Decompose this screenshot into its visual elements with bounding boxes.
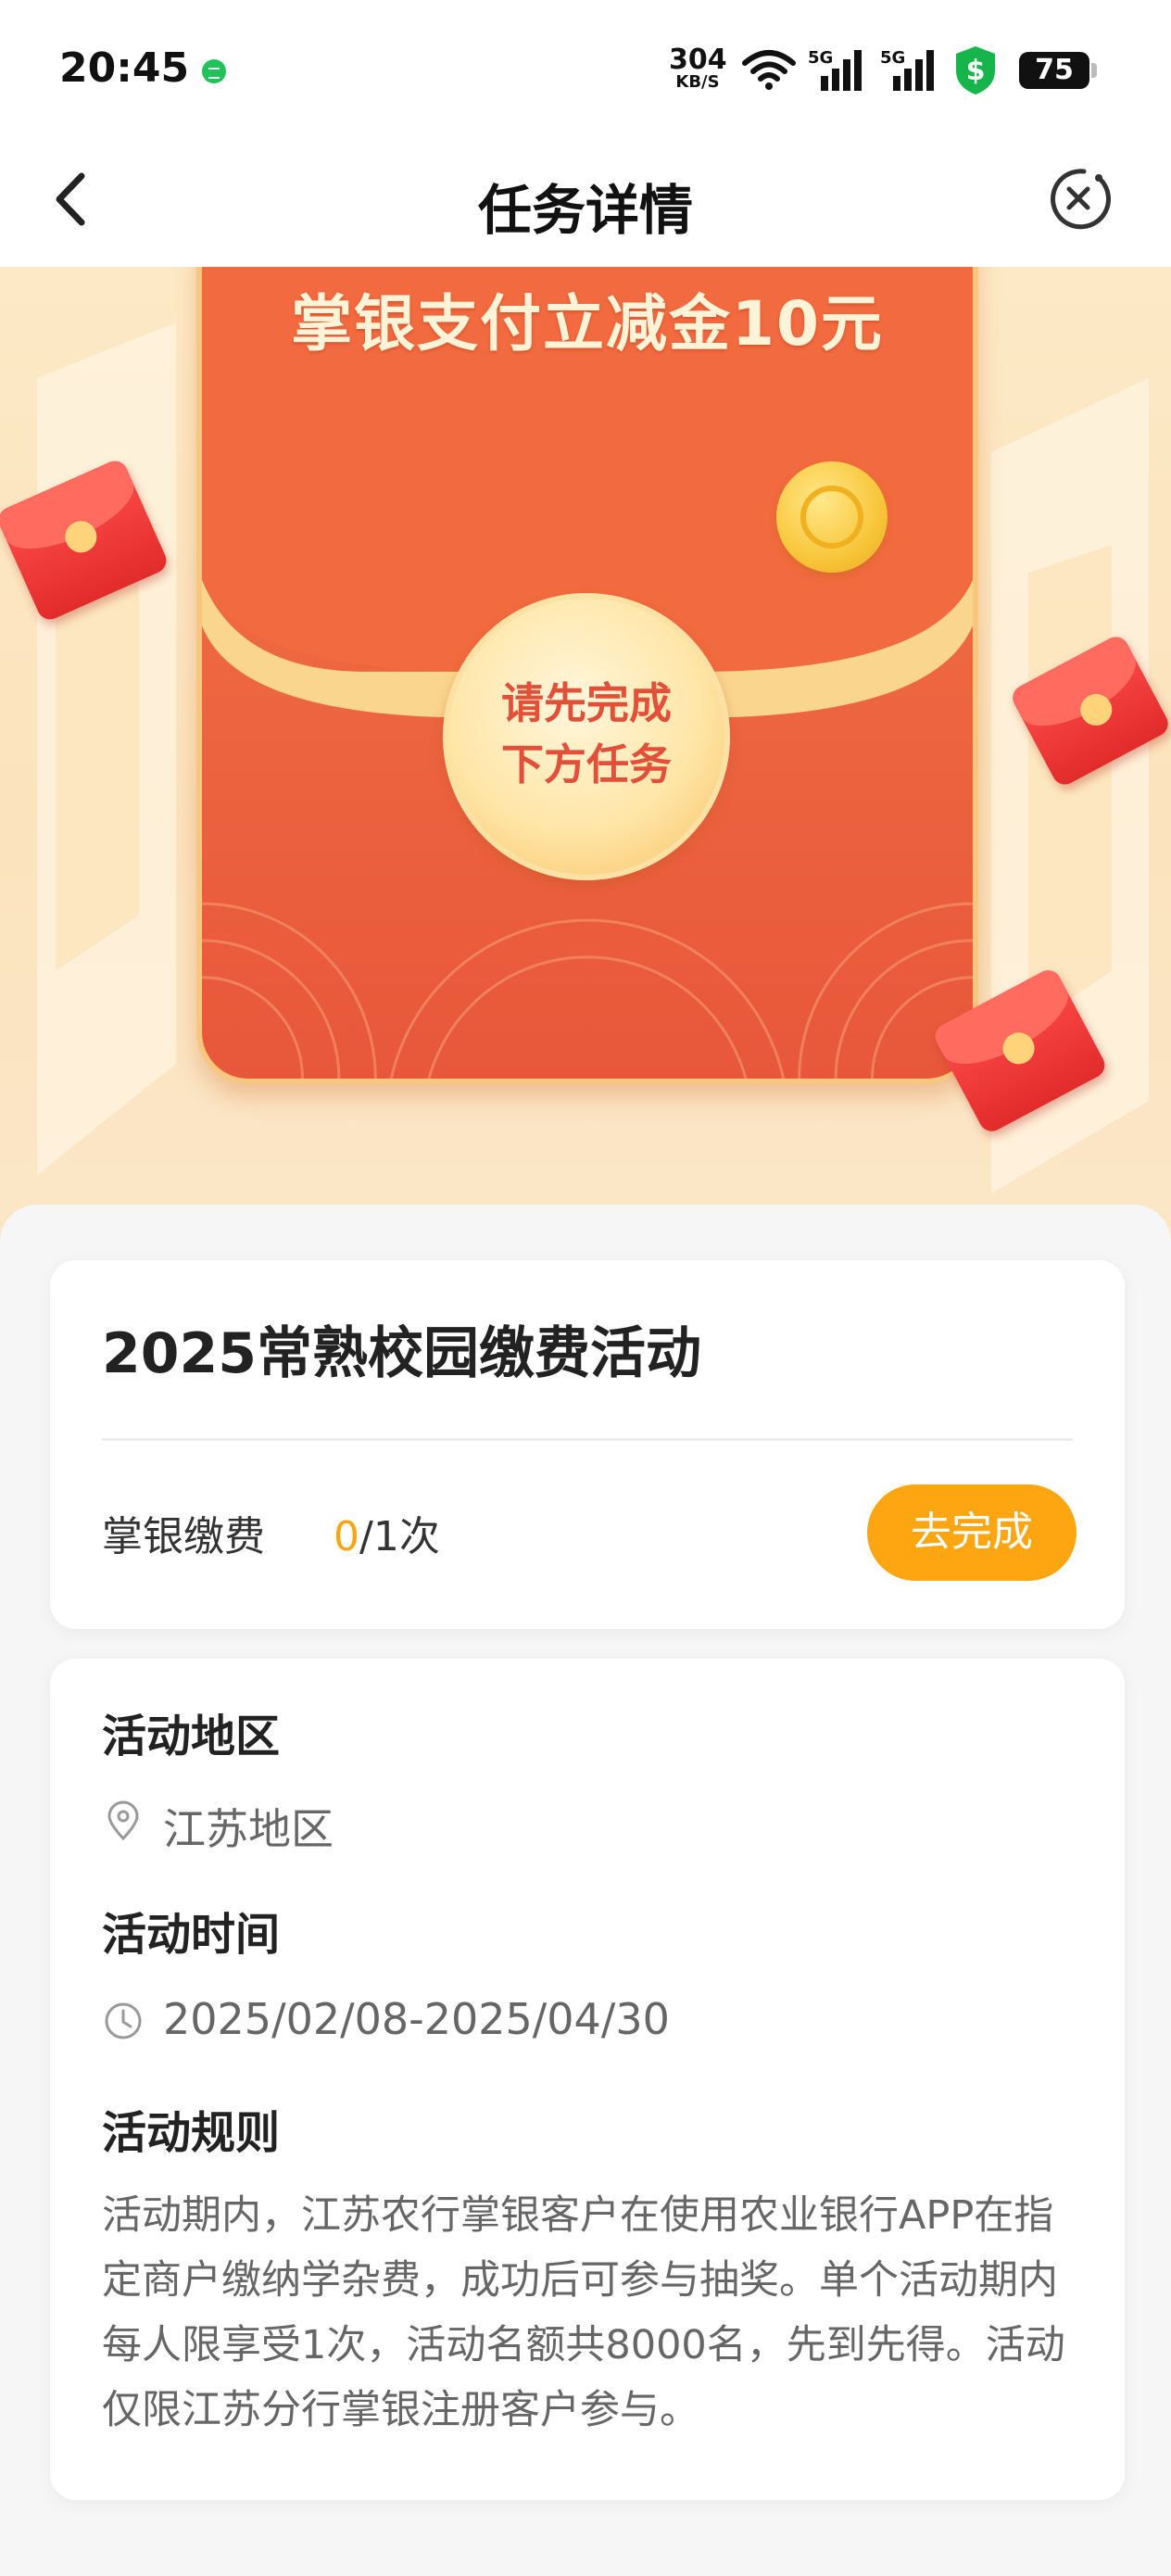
battery-indicator: 75 [1019, 52, 1097, 89]
signal-icon: 5G [808, 48, 862, 91]
divider [102, 1438, 1073, 1441]
coin-icon [776, 461, 888, 573]
time-label: 活动时间 [102, 1909, 281, 1961]
network-speed: 304 KB/S [669, 44, 727, 92]
network-speed-value: 304 [669, 44, 727, 76]
promo-banner: 掌银支付立减金10元 请先完成 下方任务 [0, 267, 1171, 1251]
location-pin-icon [107, 1800, 139, 1841]
page-title: 任务详情 [477, 179, 693, 242]
progress-done: 0 [334, 1513, 359, 1560]
seal-text-line1: 请先完成 [501, 678, 672, 728]
seal-text: 请先完成 下方任务 [448, 673, 724, 795]
svg-text:5G: 5G [880, 48, 905, 68]
activity-details-card: 活动地区 江苏地区 活动时间 2025/02/08-2025/04/30 活动规… [50, 1659, 1125, 2500]
envelope-seal: 请先完成 下方任务 [443, 593, 730, 880]
time-value: 2025/02/08-2025/04/30 [163, 1994, 670, 2044]
wifi-icon [742, 50, 796, 90]
region-value: 江苏地区 [163, 1804, 334, 1854]
status-bar: 20:45 304 KB/S 5G 5G $ 75 [0, 0, 1171, 139]
seal-text-line2: 下方任务 [501, 739, 672, 789]
status-time: 20:45 [59, 44, 190, 92]
clock-icon [105, 2002, 142, 2039]
task-progress: 0/1次 [334, 1503, 440, 1562]
task-card: 2025常熟校园缴费活动 掌银缴费 0/1次 去完成 [50, 1260, 1125, 1629]
svg-text:$: $ [966, 55, 986, 87]
shield-dollar-icon: $ [956, 46, 995, 95]
close-circle-icon[interactable] [1045, 165, 1112, 232]
nav-bar: 任务详情 [0, 139, 1171, 267]
progress-total: /1次 [359, 1513, 440, 1560]
rules-label: 活动规则 [102, 2107, 281, 2159]
envelope-title: 掌银支付立减金10元 [291, 288, 884, 360]
task-name: 掌银缴费 [102, 1513, 265, 1560]
rules-text: 活动期内，江苏农行掌银客户在使用农业银行APP在指定商户缴纳学杂费，成功后可参与… [102, 2192, 1065, 2433]
activity-title: 2025常熟校园缴费活动 [102, 1321, 701, 1386]
region-label: 活动地区 [102, 1711, 281, 1762]
signal-icon: 5G [880, 48, 934, 91]
message-icon [202, 59, 226, 83]
svg-text:5G: 5G [808, 48, 833, 68]
go-complete-button[interactable]: 去完成 [867, 1484, 1077, 1581]
network-speed-unit: KB/S [675, 72, 720, 92]
